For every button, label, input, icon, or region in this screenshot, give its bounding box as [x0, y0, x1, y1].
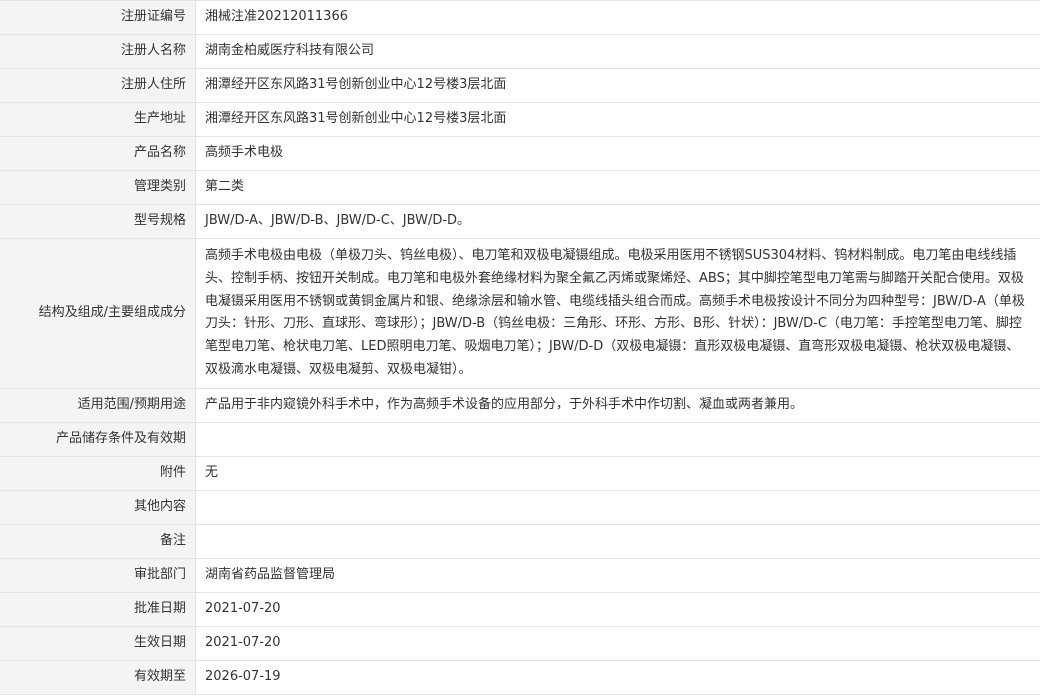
- row-value: JBW/D-A、JBW/D-B、JBW/D-C、JBW/D-D。: [195, 204, 1040, 239]
- row-label: 管理类别: [0, 170, 196, 205]
- table-row: 注册人住所 湘潭经开区东风路31号创新创业中心12号楼3层北面: [0, 68, 1040, 103]
- table-row: 审批部门 湖南省药品监督管理局: [0, 558, 1040, 593]
- row-label: 其他内容: [0, 490, 196, 525]
- row-label: 注册人住所: [0, 68, 196, 103]
- row-value: [195, 490, 1040, 525]
- row-label: 注册证编号: [0, 0, 196, 35]
- row-value: 2021-07-20: [195, 626, 1040, 661]
- table-row: 生效日期 2021-07-20: [0, 626, 1040, 661]
- table-row: 其他内容: [0, 490, 1040, 525]
- registration-info-table: 注册证编号 湘械注准20212011366 注册人名称 湖南金柏威医疗科技有限公…: [0, 0, 1040, 695]
- row-value: 湘潭经开区东风路31号创新创业中心12号楼3层北面: [195, 102, 1040, 137]
- row-label: 适用范围/预期用途: [0, 388, 196, 423]
- row-label: 附件: [0, 456, 196, 491]
- table-row: 备注: [0, 524, 1040, 559]
- row-label: 产品名称: [0, 136, 196, 171]
- table-row: 附件 无: [0, 456, 1040, 491]
- table-row: 结构及组成/主要组成成分 高频手术电极由电极（单极刀头、钨丝电极）、电刀笔和双极…: [0, 238, 1040, 389]
- row-value: 2021-07-20: [195, 592, 1040, 627]
- row-value: 第二类: [195, 170, 1040, 205]
- table-row: 注册证编号 湘械注准20212011366: [0, 0, 1040, 35]
- table-row: 管理类别 第二类: [0, 170, 1040, 205]
- row-value: [195, 524, 1040, 559]
- row-value: 无: [195, 456, 1040, 491]
- table-row: 产品名称 高频手术电极: [0, 136, 1040, 171]
- row-label: 注册人名称: [0, 34, 196, 69]
- row-value: 湖南金柏威医疗科技有限公司: [195, 34, 1040, 69]
- row-value: 湘潭经开区东风路31号创新创业中心12号楼3层北面: [195, 68, 1040, 103]
- row-value: 高频手术电极由电极（单极刀头、钨丝电极）、电刀笔和双极电凝镊组成。电极采用医用不…: [195, 238, 1040, 389]
- table-row: 型号规格 JBW/D-A、JBW/D-B、JBW/D-C、JBW/D-D。: [0, 204, 1040, 239]
- row-value: 2026-07-19: [195, 660, 1040, 695]
- table-row: 有效期至 2026-07-19: [0, 660, 1040, 695]
- table-row: 产品储存条件及有效期: [0, 422, 1040, 457]
- row-label: 审批部门: [0, 558, 196, 593]
- row-value: 湘械注准20212011366: [195, 0, 1040, 35]
- row-label: 批准日期: [0, 592, 196, 627]
- row-label: 备注: [0, 524, 196, 559]
- row-label: 生效日期: [0, 626, 196, 661]
- row-value: [195, 422, 1040, 457]
- row-label: 生产地址: [0, 102, 196, 137]
- row-label: 有效期至: [0, 660, 196, 695]
- row-value: 湖南省药品监督管理局: [195, 558, 1040, 593]
- row-label: 产品储存条件及有效期: [0, 422, 196, 457]
- table-row: 批准日期 2021-07-20: [0, 592, 1040, 627]
- row-label: 结构及组成/主要组成成分: [0, 238, 196, 389]
- table-row: 生产地址 湘潭经开区东风路31号创新创业中心12号楼3层北面: [0, 102, 1040, 137]
- row-value: 高频手术电极: [195, 136, 1040, 171]
- table-row: 适用范围/预期用途 产品用于非内窥镜外科手术中，作为高频手术设备的应用部分，于外…: [0, 388, 1040, 423]
- row-label: 型号规格: [0, 204, 196, 239]
- table-row: 注册人名称 湖南金柏威医疗科技有限公司: [0, 34, 1040, 69]
- row-value: 产品用于非内窥镜外科手术中，作为高频手术设备的应用部分，于外科手术中作切割、凝血…: [195, 388, 1040, 423]
